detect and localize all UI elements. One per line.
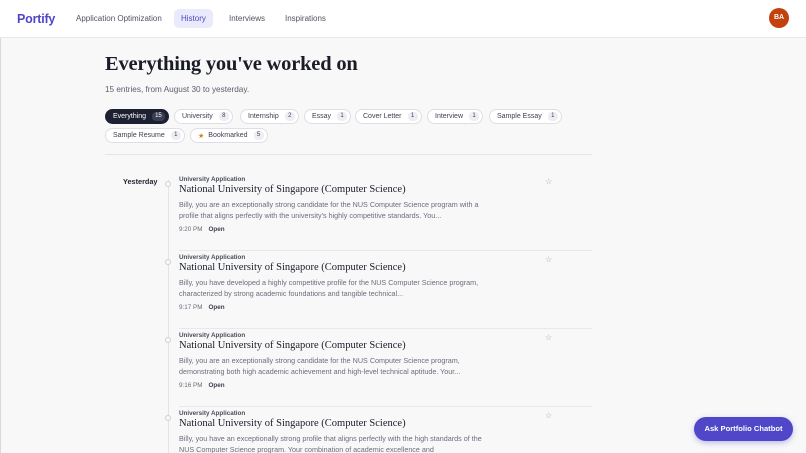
entry-title[interactable]: National University of Singapore (Comput… bbox=[179, 184, 406, 195]
chip-count: 1 bbox=[469, 112, 480, 121]
bookmark-star-icon[interactable]: ☆ bbox=[545, 255, 552, 264]
timeline-dot bbox=[165, 259, 171, 265]
chip-label: Sample Resume bbox=[113, 132, 165, 139]
entry-meta: 9:20 PM Open bbox=[179, 226, 225, 233]
user-avatar[interactable]: BA bbox=[769, 8, 789, 28]
history-entry[interactable]: University Application National Universi… bbox=[162, 254, 592, 332]
entry-category: University Application bbox=[179, 332, 246, 339]
entry-title[interactable]: National University of Singapore (Comput… bbox=[179, 418, 406, 429]
chip-count: 5 bbox=[253, 131, 264, 140]
entry-open-link[interactable]: Open bbox=[208, 304, 224, 311]
star-icon: ★ bbox=[198, 132, 205, 140]
entry-snippet: Billy, you are an exceptionally strong c… bbox=[179, 200, 479, 220]
filter-chip-interview[interactable]: Interview 1 bbox=[427, 109, 484, 124]
filter-chip-internship[interactable]: Internship 2 bbox=[240, 109, 299, 124]
filter-chip-essay[interactable]: Essay 1 bbox=[304, 109, 352, 124]
left-edge-divider bbox=[0, 38, 1, 453]
chip-label: Bookmarked bbox=[208, 132, 248, 139]
entry-title[interactable]: National University of Singapore (Comput… bbox=[179, 262, 406, 273]
nav-item-application-optimization[interactable]: Application Optimization bbox=[69, 9, 169, 28]
chip-count: 15 bbox=[152, 112, 165, 121]
timeline-day-label: Yesterday bbox=[123, 177, 158, 186]
chip-count: 1 bbox=[407, 112, 418, 121]
entry-separator bbox=[179, 250, 592, 251]
chip-count: 1 bbox=[170, 131, 181, 140]
page-subtitle: 15 entries, from August 30 to yesterday. bbox=[105, 85, 250, 94]
page-title: Everything you've worked on bbox=[105, 53, 358, 75]
chip-label: Everything bbox=[113, 113, 147, 120]
entry-separator bbox=[179, 328, 592, 329]
chip-label: Sample Essay bbox=[497, 113, 542, 120]
bookmark-star-icon[interactable]: ☆ bbox=[545, 177, 552, 186]
nav-item-inspirations[interactable]: Inspirations bbox=[278, 9, 333, 28]
entry-separator bbox=[179, 406, 592, 407]
entry-category: University Application bbox=[179, 254, 246, 261]
entry-meta: 9:16 PM Open bbox=[179, 382, 225, 389]
chip-count: 2 bbox=[284, 112, 295, 121]
filter-chip-university[interactable]: University 8 bbox=[174, 109, 233, 124]
ask-chatbot-button[interactable]: Ask Portfolio Chatbot bbox=[694, 417, 793, 441]
chip-label: Internship bbox=[248, 113, 279, 120]
filter-chip-sample-resume[interactable]: Sample Resume 1 bbox=[105, 128, 185, 143]
chip-label: Essay bbox=[312, 113, 332, 120]
chip-count: 8 bbox=[218, 112, 229, 121]
entry-title[interactable]: National University of Singapore (Comput… bbox=[179, 340, 406, 351]
entry-time: 9:20 PM bbox=[179, 226, 203, 233]
history-entry[interactable]: University Application National Universi… bbox=[162, 332, 592, 410]
entry-snippet: Billy, you have an exceptionally strong … bbox=[179, 434, 482, 453]
filter-chip-everything[interactable]: Everything 15 bbox=[105, 109, 169, 124]
entry-time: 9:16 PM bbox=[179, 382, 203, 389]
history-entry[interactable]: University Application National Universi… bbox=[162, 176, 592, 254]
entry-snippet: Billy, you have developed a highly compe… bbox=[179, 278, 479, 298]
bookmark-star-icon[interactable]: ☆ bbox=[545, 333, 552, 342]
top-nav-bar: Portify Application Optimization History… bbox=[0, 0, 806, 38]
chip-count: 1 bbox=[547, 112, 558, 121]
entry-meta: 9:17 PM Open bbox=[179, 304, 225, 311]
bookmark-star-icon[interactable]: ☆ bbox=[545, 411, 552, 420]
timeline-dot bbox=[165, 337, 171, 343]
chip-label: University bbox=[182, 113, 213, 120]
filter-chip-bookmarked[interactable]: ★ Bookmarked 5 bbox=[190, 128, 268, 143]
timeline-dot bbox=[165, 415, 171, 421]
filter-chip-cover-letter[interactable]: Cover Letter 1 bbox=[355, 109, 422, 124]
app-logo[interactable]: Portify bbox=[17, 12, 55, 26]
nav-item-history[interactable]: History bbox=[174, 9, 213, 28]
chip-count: 1 bbox=[337, 112, 348, 121]
entry-open-link[interactable]: Open bbox=[208, 226, 224, 233]
entry-time: 9:17 PM bbox=[179, 304, 203, 311]
entry-open-link[interactable]: Open bbox=[208, 382, 224, 389]
nav-item-interviews[interactable]: Interviews bbox=[222, 9, 272, 28]
chip-label: Interview bbox=[435, 113, 464, 120]
timeline-dot bbox=[165, 181, 171, 187]
chip-label: Cover Letter bbox=[363, 113, 402, 120]
filter-chip-sample-essay[interactable]: Sample Essay 1 bbox=[489, 109, 562, 124]
entry-category: University Application bbox=[179, 176, 246, 183]
history-entry[interactable]: University Application National Universi… bbox=[162, 410, 592, 453]
entry-category: University Application bbox=[179, 410, 246, 417]
entry-snippet: Billy, you are an exceptionally strong c… bbox=[179, 356, 461, 376]
section-divider bbox=[105, 154, 592, 155]
